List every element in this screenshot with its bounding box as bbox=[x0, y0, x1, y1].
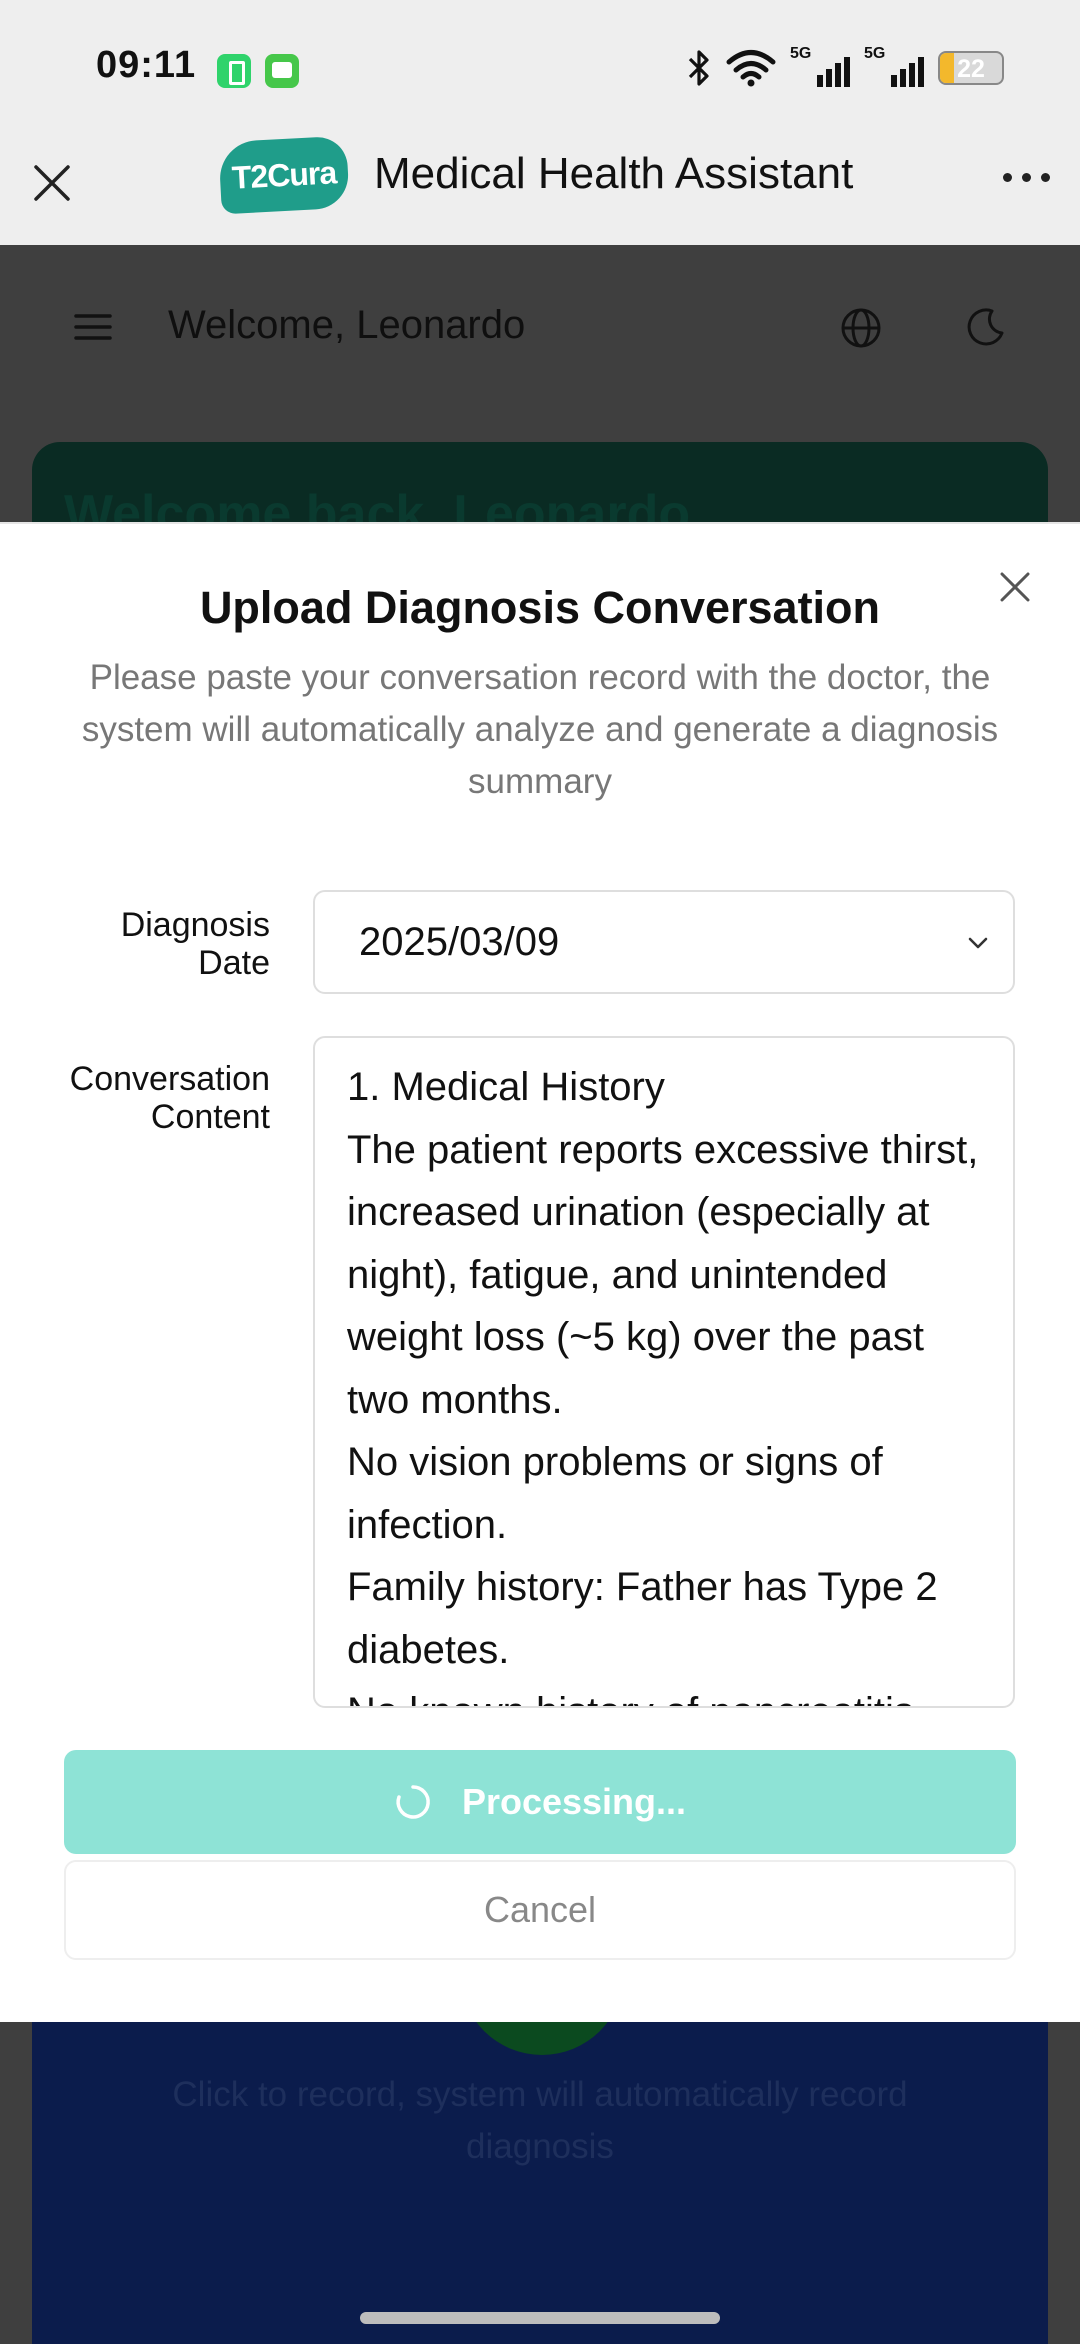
upload-diagnosis-modal: Upload Diagnosis Conversation Please pas… bbox=[0, 522, 1080, 2022]
app-logo: T2Cura bbox=[218, 135, 350, 215]
messages-icon bbox=[265, 54, 299, 88]
status-time: 09:11 bbox=[96, 44, 197, 86]
cancel-button[interactable]: Cancel bbox=[64, 1860, 1016, 1960]
record-hint: Click to record, system will automatical… bbox=[172, 2075, 908, 2166]
processing-button[interactable]: Processing... bbox=[64, 1750, 1016, 1854]
more-icon[interactable] bbox=[1003, 173, 1050, 182]
modal-description: Please paste your conversation record wi… bbox=[81, 658, 999, 801]
battery-icon: 22 bbox=[938, 51, 1004, 85]
network-type-2: 5G bbox=[864, 45, 886, 62]
bluetooth-icon bbox=[688, 50, 709, 86]
home-indicator[interactable] bbox=[360, 2312, 720, 2324]
processing-label: Processing... bbox=[461, 1781, 687, 1822]
page-header: Welcome, Leonardo bbox=[0, 245, 1080, 410]
conversation-content-label: Conversation Content bbox=[69, 1060, 270, 1136]
close-icon[interactable] bbox=[28, 159, 76, 207]
diagnosis-date-label: Diagnosis Date bbox=[120, 906, 270, 982]
conversation-content-textarea[interactable]: 1. Medical History The patient reports e… bbox=[313, 1036, 1015, 1708]
menu-icon[interactable] bbox=[74, 313, 112, 341]
status-bar: 09:11 5G 5G 22 bbox=[0, 0, 1080, 135]
network-type-1: 5G bbox=[790, 45, 812, 62]
spinner-icon bbox=[396, 1785, 430, 1819]
conversation-content-text: 1. Medical History The patient reports e… bbox=[347, 1065, 979, 1706]
signal-icon-2: 5G bbox=[864, 45, 924, 89]
diagnosis-date-select[interactable]: 2025/03/09 bbox=[313, 890, 1015, 994]
globe-icon[interactable] bbox=[840, 307, 882, 349]
moon-icon[interactable] bbox=[966, 307, 1006, 347]
signal-icon: 5G bbox=[790, 45, 850, 89]
wifi-icon bbox=[726, 50, 776, 87]
welcome-text: Welcome, Leonardo bbox=[168, 303, 526, 347]
chevron-down-icon bbox=[968, 937, 988, 949]
diagnosis-date-value: 2025/03/09 bbox=[359, 920, 560, 964]
battery-percent: 22 bbox=[957, 55, 985, 83]
modal-title: Upload Diagnosis Conversation bbox=[199, 582, 881, 633]
battery-saver-icon bbox=[217, 54, 251, 88]
app-title-bar: T2Cura Medical Health Assistant bbox=[0, 135, 1080, 245]
app-title: Medical Health Assistant bbox=[374, 149, 854, 198]
status-indicators: 5G 5G 22 bbox=[686, 45, 1004, 90]
